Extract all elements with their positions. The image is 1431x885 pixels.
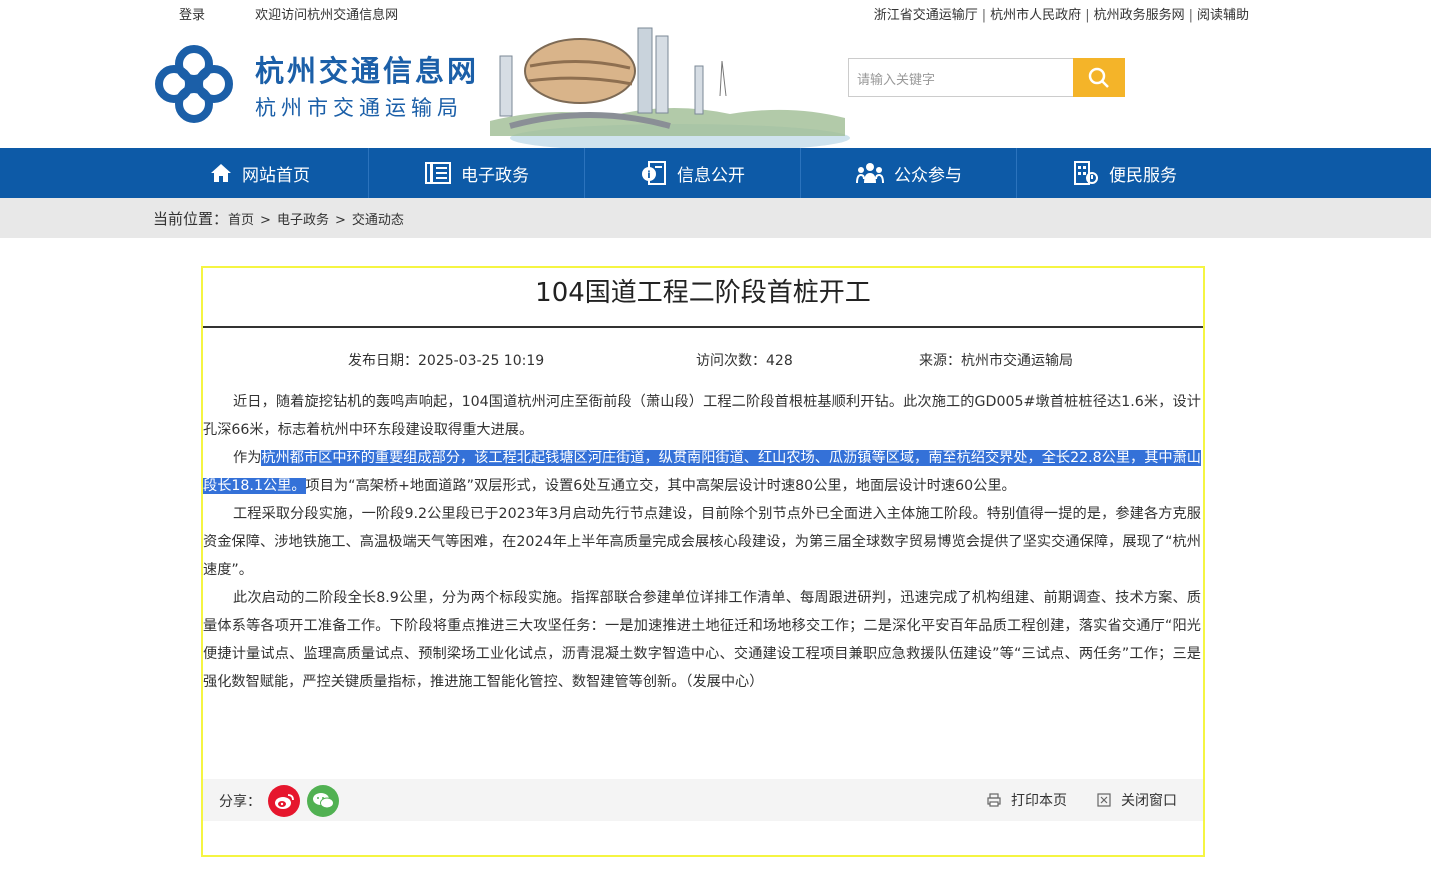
people-icon: [856, 163, 884, 184]
nav-public-label: 公众参与: [894, 165, 962, 186]
print-label: 打印本页: [1011, 793, 1067, 809]
article-frame: 104国道工程二阶段首桩开工 发布日期：2025-03-25 10:19 访问次…: [201, 266, 1205, 857]
breadcrumb-bar: 当前位置：首页 > 电子政务 > 交通动态: [0, 198, 1431, 238]
nav-convenience-services[interactable]: 便民服务: [1017, 148, 1233, 198]
visit-count: 访问次数：428: [696, 353, 793, 369]
share-label: 分享：: [219, 794, 261, 810]
link-hangzhou-gov[interactable]: 杭州市人民政府: [986, 8, 1085, 23]
banner-illustration: [490, 27, 850, 148]
article-title: 104国道工程二阶段首桩开工: [535, 278, 871, 308]
printer-icon: [987, 793, 1001, 807]
close-window-button[interactable]: 关闭窗口: [1097, 790, 1177, 810]
close-icon: [1097, 793, 1111, 807]
paragraph: 工程采取分段实施，一阶段9.2公里段已于2023年3月启动先行节点建设，目前除个…: [203, 506, 1201, 578]
share-bar: 分享： 打印本页 关闭窗口: [203, 779, 1203, 821]
publish-date: 发布日期：2025-03-25 10:19: [348, 353, 545, 369]
breadcrumb: 当前位置：首页 > 电子政务 > 交通动态: [153, 210, 404, 228]
book-icon: [425, 162, 451, 184]
breadcrumb-home[interactable]: 首页: [228, 213, 254, 228]
header: 杭州交通信息网 杭州市交通运输局 请输入关键字: [0, 26, 1431, 148]
nav-home[interactable]: 网站首页: [152, 148, 368, 198]
search-icon: [1088, 67, 1109, 88]
home-icon: [211, 164, 231, 182]
article-source: 来源：杭州市交通运输局: [919, 353, 1073, 369]
nav-info-disclosure[interactable]: i 信息公开: [585, 148, 801, 198]
building-icon: [1074, 161, 1098, 185]
nav-info-label: 信息公开: [677, 165, 745, 186]
title-divider: [203, 326, 1203, 328]
info-doc-icon: i: [642, 161, 666, 185]
paragraph: 近日，随着旋挖钻机的轰鸣声响起，104国道杭州河庄至衙前段（萧山段）工程二阶段首…: [203, 394, 1201, 438]
close-label: 关闭窗口: [1121, 793, 1177, 809]
breadcrumb-e-gov[interactable]: 电子政务: [277, 213, 329, 228]
search-input[interactable]: 请输入关键字: [848, 58, 1074, 97]
breadcrumb-label: 当前位置：: [153, 210, 229, 228]
weibo-icon: [275, 794, 294, 809]
search-button[interactable]: [1073, 58, 1125, 97]
svg-text:i: i: [647, 170, 650, 181]
link-gov-service[interactable]: 杭州政务服务网: [1090, 8, 1189, 23]
login-link[interactable]: 登录: [179, 8, 251, 23]
wechat-share-button[interactable]: [307, 785, 339, 817]
link-reading-aid[interactable]: 阅读辅助: [1193, 8, 1253, 23]
site-logo-icon[interactable]: [154, 44, 234, 124]
site-subtitle: 杭州市交通运输局: [255, 96, 463, 120]
breadcrumb-traffic-news[interactable]: 交通动态: [352, 213, 404, 228]
print-button[interactable]: 打印本页: [987, 790, 1067, 810]
nav-home-label: 网站首页: [242, 165, 310, 186]
nav-public-participation[interactable]: 公众参与: [801, 148, 1017, 198]
link-zhejiang-transport[interactable]: 浙江省交通运输厅: [870, 8, 982, 23]
main-nav: 网站首页 电子政务 i 信息公开 公众参与 便民服务: [0, 148, 1431, 198]
nav-e-gov-label: 电子政务: [461, 165, 529, 186]
top-bar: 登录 欢迎访问杭州交通信息网 浙江省交通运输厅 | 杭州市人民政府 | 杭州政务服务网 |…: [0, 0, 1431, 26]
weibo-share-button[interactable]: [268, 785, 300, 817]
paragraph: 作为杭州都市区中环的重要组成部分，该工程北起钱塘区河庄街道，纵贯南阳街道、红山农…: [203, 450, 1201, 494]
nav-e-gov[interactable]: 电子政务: [369, 148, 585, 198]
article-body: 近日，随着旋挖钻机的轰鸣声响起，104国道杭州河庄至衙前段（萧山段）工程二阶段首…: [203, 388, 1201, 696]
nav-service-label: 便民服务: [1109, 165, 1177, 186]
paragraph: 此次启动的二阶段全长8.9公里，分为两个标段实施。指挥部联合参建单位详排工作清单…: [203, 590, 1201, 690]
site-title: 杭州交通信息网: [255, 54, 480, 88]
wechat-icon: [313, 793, 334, 809]
welcome-text: 欢迎访问杭州交通信息网: [255, 8, 399, 23]
